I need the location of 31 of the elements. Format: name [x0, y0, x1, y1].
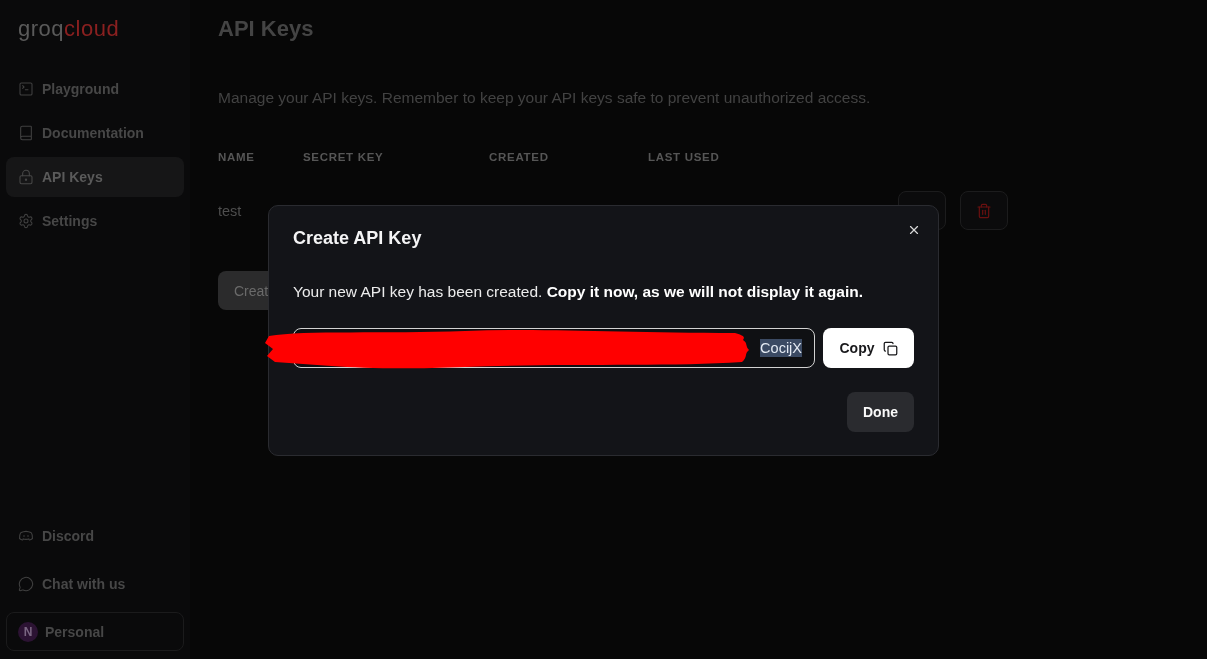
dialog-title: Create API Key: [293, 227, 422, 250]
page-description: Manage your API keys. Remember to keep your API keys safe to prevent unauthorized access.: [218, 88, 871, 108]
table-cell: test: [218, 202, 242, 219]
workspace-switcher[interactable]: N Personal: [6, 612, 184, 651]
page-title: API Keys: [218, 15, 314, 43]
done-button[interactable]: Done: [847, 392, 914, 432]
dialog-message: Your new API key has been created. Copy it now, as we will not display it again.: [293, 282, 864, 302]
create-key-button[interactable]: Creat: [218, 271, 269, 310]
api-key-text: CocijX: [760, 339, 802, 357]
copy-button[interactable]: Copy: [823, 328, 914, 368]
book-icon: [18, 125, 34, 141]
column-header: SECRET KEY: [303, 150, 384, 165]
settings-icon: [18, 213, 34, 229]
logo: groqcloud: [17, 15, 121, 43]
nav-item[interactable]: API Keys: [6, 157, 184, 197]
trash-icon: [976, 202, 992, 219]
footer-link[interactable]: Chat with us: [6, 564, 184, 604]
close-icon: [907, 223, 921, 237]
terminal-icon: [18, 81, 34, 97]
copy-icon: [882, 340, 898, 356]
nav-item[interactable]: Documentation: [6, 113, 184, 153]
nav-item[interactable]: Settings: [6, 201, 184, 241]
footer-link[interactable]: Discord: [6, 516, 184, 556]
column-header: LAST USED: [648, 150, 720, 165]
chat-bubble-icon: [18, 576, 34, 592]
column-header: NAME: [218, 150, 255, 165]
nav-item[interactable]: Playground: [6, 69, 184, 109]
discord-icon: [18, 528, 34, 544]
avatar: N: [18, 621, 38, 642]
lock-icon: [18, 169, 34, 185]
column-header: CREATED: [489, 150, 549, 165]
